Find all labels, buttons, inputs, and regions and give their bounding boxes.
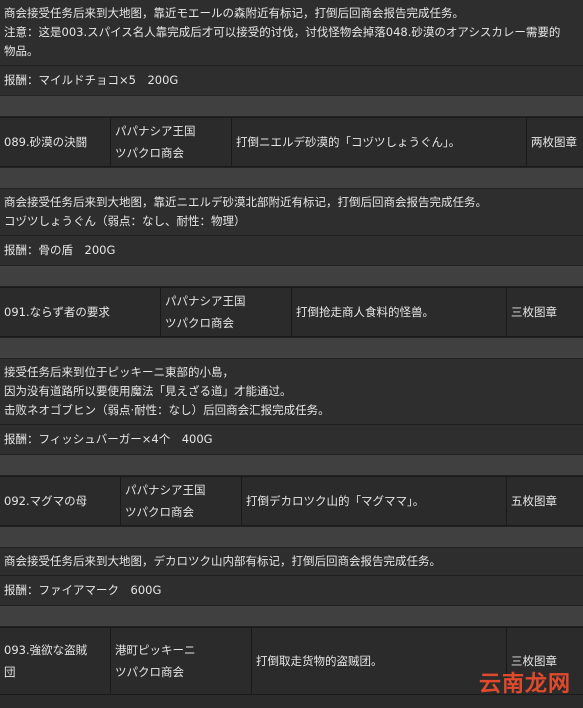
desc-line: コヅツしょうぐん（弱点：なし、耐性：物理）	[4, 214, 246, 228]
quest-desc: 接受任务后来到位于ピッキーニ東部的小島， 因为没有道路所以要使用魔法「見えざる道…	[0, 359, 583, 424]
divider-band	[0, 337, 583, 359]
quest-task: 打倒取走货物的盗贼团。	[252, 628, 507, 694]
reward-line: 报酬：フィッシュバーガー×4个 400G	[0, 424, 583, 454]
quest-giver: パパナシア王国 ツパクロ商会	[161, 288, 292, 336]
top-desc: 商会接受任务后来到大地图，靠近モエールの森附近有标记，打倒后回商会报告完成任务。…	[0, 0, 583, 65]
quest-title: 092.マグマの母	[0, 477, 121, 525]
giver-line: ツパクロ商会	[125, 505, 194, 519]
giver-line: パパナシア王国	[125, 483, 206, 497]
watermark-logo: 云南龙网	[478, 672, 571, 697]
quest-giver: 港町ピッキーニ ツパクロ商会	[111, 628, 252, 694]
quest-prize: 五枚图章	[511, 494, 557, 508]
divider-band	[0, 95, 583, 117]
reward-line: 报酬：骨の盾 200G	[0, 235, 583, 265]
reward-line: 报酬：ファイアマーク 600G	[0, 575, 583, 605]
reward-line: 报酬：マイルドチョコ×5 200G	[0, 65, 583, 95]
divider-band	[0, 167, 583, 189]
quest-task: 打倒ニエルデ砂漠的「コヅツしょうぐん」。	[232, 118, 527, 166]
desc-line: 接受任务后来到位于ピッキーニ東部的小島，	[4, 365, 234, 379]
quest-row: 092.マグマの母 パパナシア王国 ツパクロ商会 打倒デカロツク山的「マグママ」…	[0, 476, 583, 526]
quest-task: 打倒デカロツク山的「マグママ」。	[242, 477, 507, 525]
quest-title: 089.砂漠の決闘	[0, 118, 111, 166]
title-line: 093.強欲な盗賊	[4, 643, 88, 657]
desc-line: 击败ネオゴブヒン（弱点·耐性：なし）后回商会汇报完成任务。	[4, 403, 330, 417]
desc-line: 商会接受任务后来到大地图，靠近モエールの森附近有标记，打倒后回商会报告完成任务。	[4, 6, 464, 20]
quest-task: 打倒抢走商人食料的怪兽。	[292, 288, 507, 336]
quest-title: 093.強欲な盗賊 団	[0, 628, 111, 694]
quest-desc: 商会接受任务后来到大地图，デカロツク山内部有标记，打倒后回商会报告完成任务。	[0, 548, 583, 575]
giver-line: パパナシア王国	[115, 124, 196, 138]
title-line: 団	[4, 665, 16, 679]
divider-band	[0, 526, 583, 548]
desc-line: 商会接受任务后来到大地图，靠近ニエルデ砂漠北部附近有标记，打倒后回商会报告完成任…	[4, 195, 487, 209]
divider-band	[0, 605, 583, 627]
quest-giver: パパナシア王国 ツパクロ商会	[121, 477, 242, 525]
giver-line: パパナシア王国	[165, 294, 246, 308]
quest-title: 091.ならず者の要求	[0, 288, 161, 336]
quest-row: 091.ならず者の要求 パパナシア王国 ツパクロ商会 打倒抢走商人食料的怪兽。 …	[0, 287, 583, 337]
quest-giver: パパナシア王国 ツパクロ商会	[111, 118, 232, 166]
giver-line: ツパクロ商会	[115, 665, 184, 679]
desc-line: 物品。	[4, 44, 39, 58]
giver-line: ツパクロ商会	[165, 316, 234, 330]
quest-prize: 三枚图章	[511, 305, 557, 319]
desc-line: 因为没有道路所以要使用魔法「見えざる道」才能通过。	[4, 384, 292, 398]
quest-desc: 商会接受任务后来到大地图，靠近ニエルデ砂漠北部附近有标记，打倒后回商会报告完成任…	[0, 189, 583, 235]
divider-band	[0, 265, 583, 287]
quest-prize: 两枚图章	[531, 135, 577, 149]
desc-line: 注意：这是003.スパイス名人靠完成后才可以接受的讨伐，讨伐怪物会掉落048.砂…	[4, 25, 561, 39]
desc-line: 商会接受任务后来到大地图，デカロツク山内部有标记，打倒后回商会报告完成任务。	[4, 554, 441, 568]
quest-row: 089.砂漠の決闘 パパナシア王国 ツパクロ商会 打倒ニエルデ砂漠的「コヅツしょ…	[0, 117, 583, 167]
giver-line: ツパクロ商会	[115, 146, 184, 160]
divider-band	[0, 454, 583, 476]
giver-line: 港町ピッキーニ	[115, 643, 196, 657]
